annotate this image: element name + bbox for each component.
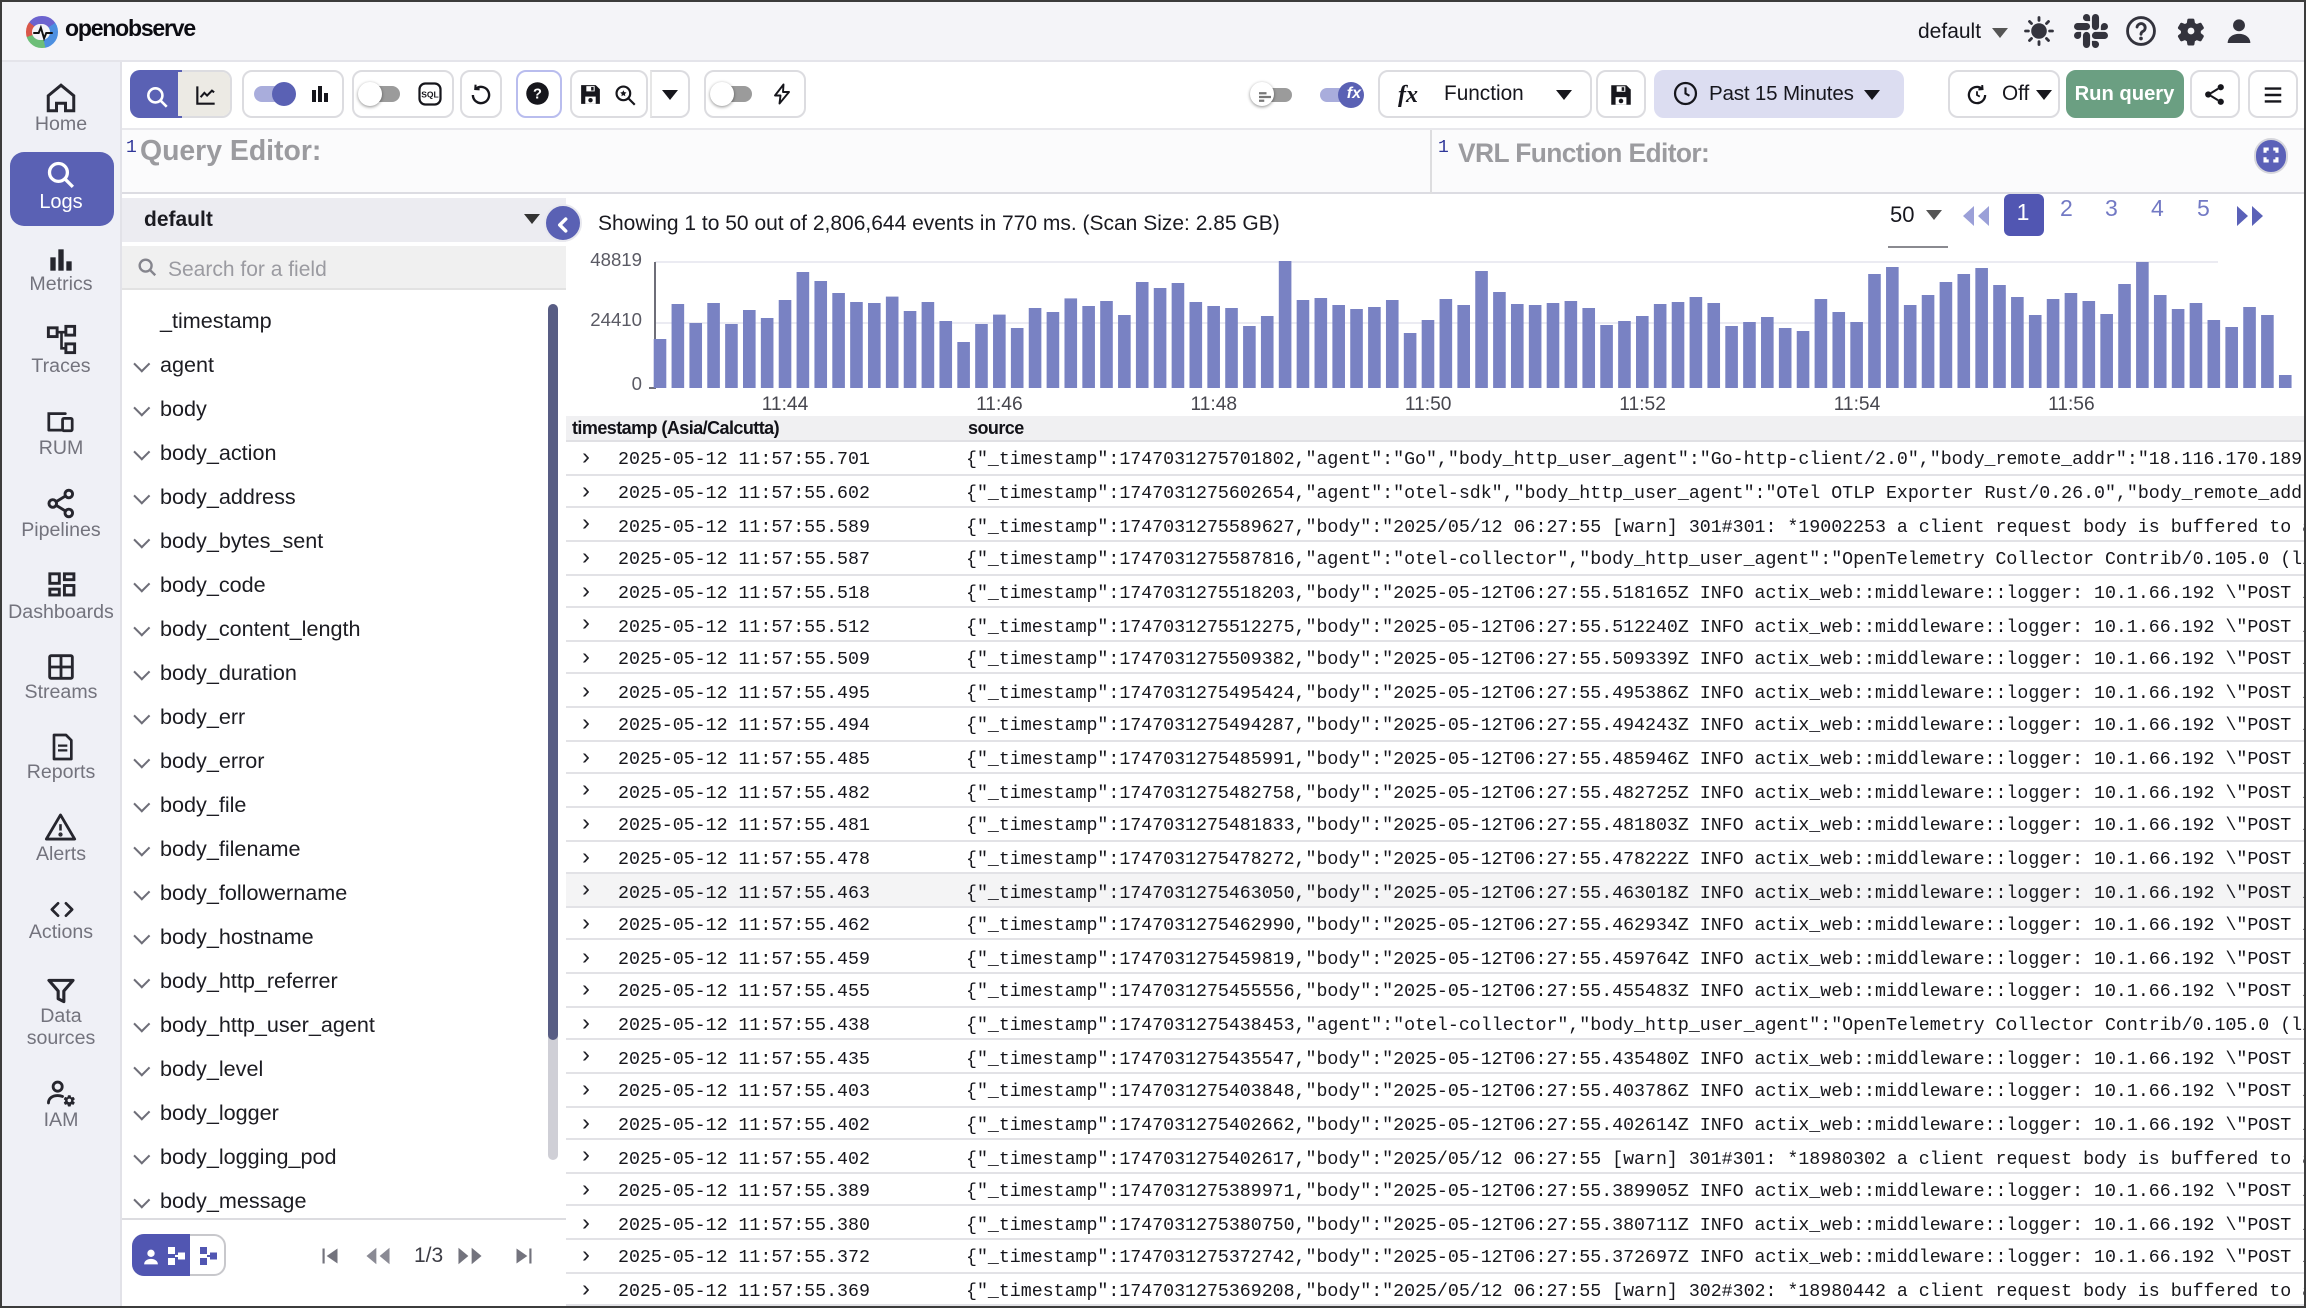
svg-text:?: ?: [534, 87, 543, 103]
svg-text:SQL: SQL: [420, 89, 437, 99]
